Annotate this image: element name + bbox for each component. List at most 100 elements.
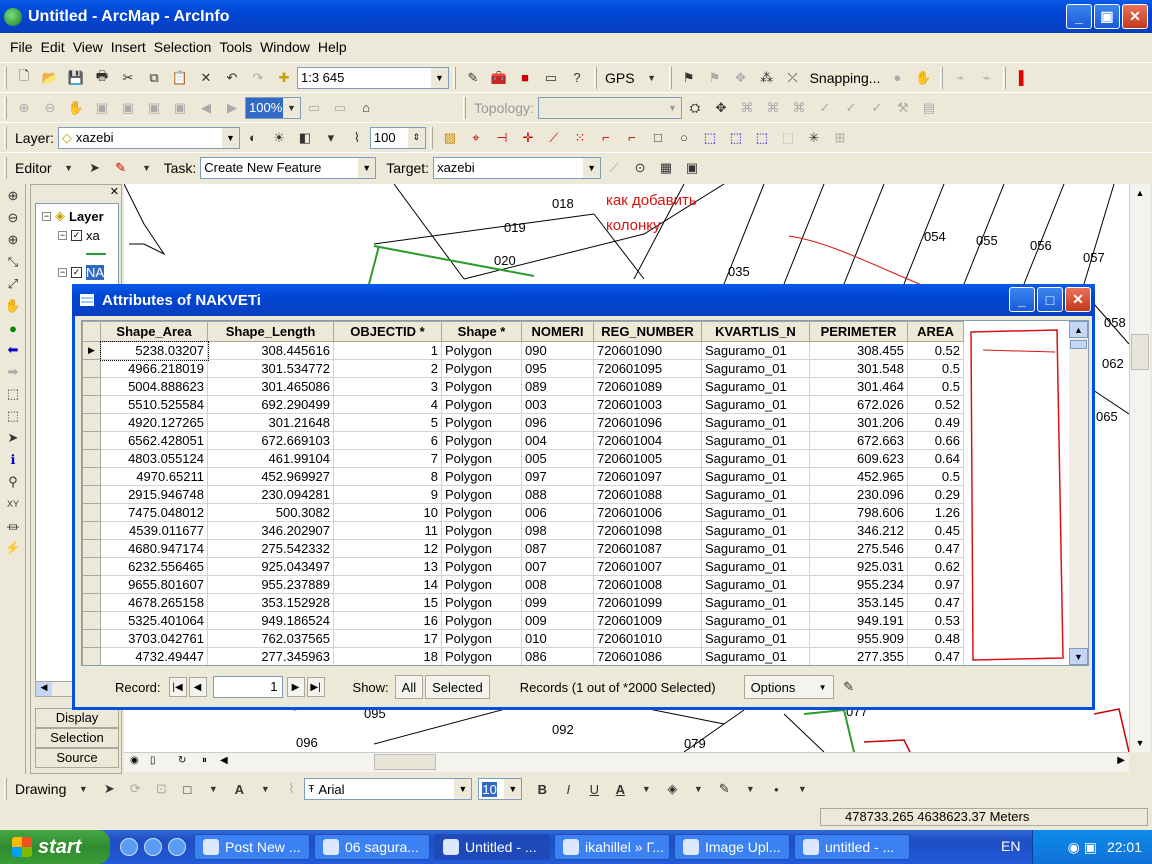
table-cell[interactable]: 0.97 <box>907 575 964 594</box>
menu-tools[interactable]: Tools <box>219 39 252 55</box>
forward-arrow-icon[interactable]: ➡ <box>3 362 23 382</box>
table-cell[interactable]: 0.5 <box>907 467 964 486</box>
menu-help[interactable]: Help <box>318 39 347 55</box>
table-cell[interactable]: 098 <box>521 521 594 540</box>
row-selector[interactable] <box>82 647 101 665</box>
pan-icon[interactable]: ✋ <box>3 296 23 316</box>
circle-icon[interactable]: ○ <box>674 128 694 148</box>
table-cell[interactable]: 798.606 <box>809 503 908 522</box>
column-header[interactable]: KVARTLIS_N <box>701 321 810 342</box>
flicker-icon[interactable]: ⌇ <box>347 128 367 148</box>
table-cell[interactable]: 925.043497 <box>207 557 334 576</box>
table-cell[interactable]: 6232.556465 <box>100 557 208 576</box>
table-cell[interactable]: Saguramo_01 <box>701 377 810 396</box>
table-cell[interactable]: 0.48 <box>907 629 964 648</box>
table-cell[interactable]: 275.542332 <box>207 539 334 558</box>
toc-layer-nakveti[interactable]: − ✓ NA <box>36 265 118 280</box>
open-folder-icon[interactable]: 📂 <box>40 68 60 88</box>
row-selector[interactable] <box>82 593 101 612</box>
data-view-icon[interactable]: ◉ <box>130 755 139 766</box>
new-document-icon[interactable]: 🗋 <box>14 68 34 88</box>
row-selector[interactable] <box>82 395 101 414</box>
chevron-down-icon[interactable]: ▼ <box>583 157 601 178</box>
column-header[interactable]: PERIMETER <box>809 321 908 342</box>
table-cell[interactable]: 720601088 <box>593 485 702 504</box>
table-cell[interactable]: 11 <box>333 521 442 540</box>
table-cell[interactable]: 949.191 <box>809 611 908 630</box>
table-cell[interactable]: 955.237889 <box>207 575 334 594</box>
outlook-icon[interactable] <box>168 838 186 856</box>
add-control-points-icon[interactable]: ⌖ <box>466 128 486 148</box>
row-selector[interactable] <box>82 575 101 594</box>
table-cell[interactable]: Saguramo_01 <box>701 467 810 486</box>
table-cell[interactable]: 089 <box>521 377 594 396</box>
table-cell[interactable]: 0.5 <box>907 377 964 396</box>
route2-icon[interactable]: ⌁ <box>976 68 996 88</box>
table-cell[interactable]: Saguramo_01 <box>701 647 810 665</box>
add-data-icon[interactable]: ✚ <box>274 68 294 88</box>
table-cell[interactable]: 005 <box>521 449 594 468</box>
table-cell[interactable]: 4920.127265 <box>100 413 208 432</box>
minimize-button[interactable]: _ <box>1066 4 1092 29</box>
delete-icon[interactable]: ✕ <box>196 68 216 88</box>
table-cell[interactable]: 0.62 <box>907 557 964 576</box>
row-selector[interactable] <box>82 449 101 468</box>
menu-insert[interactable]: Insert <box>111 39 146 55</box>
layer-visibility-checkbox[interactable]: ✓ <box>71 230 82 241</box>
cross-icon[interactable]: ✛ <box>518 128 538 148</box>
table-cell[interactable]: 301.548 <box>809 359 908 378</box>
scroll-left-icon[interactable]: ◀ <box>36 682 52 696</box>
measure-icon[interactable]: ⏛ <box>3 516 23 536</box>
rectangle-icon[interactable]: □ <box>177 779 197 799</box>
ie-icon[interactable] <box>120 838 138 856</box>
table-cell[interactable]: 4539.011677 <box>100 521 208 540</box>
table-cell[interactable]: 6562.428051 <box>100 431 208 450</box>
scale-combo[interactable]: 1:3 645 ▼ <box>297 66 449 89</box>
table-cell[interactable]: Polygon <box>441 521 522 540</box>
snapping-menu[interactable]: Snapping... <box>810 70 881 86</box>
table-cell[interactable]: 301.465086 <box>207 377 334 396</box>
print-icon[interactable]: 🖶 <box>92 68 112 88</box>
fixed-zoom-in-icon[interactable]: ▣ <box>144 98 164 118</box>
table-cell[interactable]: 004 <box>521 431 594 450</box>
task-combo[interactable]: Create New Feature ▼ <box>200 156 377 179</box>
menu-view[interactable]: View <box>73 39 103 55</box>
table-cell[interactable]: 0.5 <box>907 359 964 378</box>
clear-selection-icon[interactable]: ⬚ <box>3 406 23 426</box>
chevron-down-icon[interactable]: ▼ <box>137 158 157 178</box>
table-cell[interactable]: 5238.03207 <box>99 340 209 361</box>
table-cell[interactable]: 9655.801607 <box>100 575 208 594</box>
table-cell[interactable]: 230.094281 <box>207 485 334 504</box>
whats-this-icon[interactable]: ? <box>567 68 587 88</box>
layout-view-icon[interactable]: ▯ <box>150 755 156 766</box>
column-header[interactable]: Shape_Length <box>207 321 334 342</box>
table-cell[interactable]: 9 <box>333 485 442 504</box>
tab-display[interactable]: Display <box>35 708 119 728</box>
table-cell[interactable]: 720601005 <box>593 449 702 468</box>
table-row[interactable]: 9655.801607 955.237889 14 Polygon 008 7206010… <box>82 575 964 594</box>
scroll-thumb[interactable] <box>374 754 436 770</box>
select-box2-icon[interactable]: ⬚ <box>752 128 772 148</box>
table-cell[interactable]: 692.290499 <box>207 395 334 414</box>
table-cell[interactable]: 6 <box>333 431 442 450</box>
table-cell[interactable]: 0.52 <box>907 341 964 360</box>
control-points-icon[interactable]: ⊣ <box>492 128 512 148</box>
fixed-zoom-in-icon[interactable]: ⤡ <box>3 252 23 272</box>
table-cell[interactable]: 720601008 <box>593 575 702 594</box>
table-cell[interactable]: 461.99104 <box>207 449 334 468</box>
record-number-input[interactable]: 1 <box>212 676 283 698</box>
table-cell[interactable]: Saguramo_01 <box>701 413 810 432</box>
table-cell[interactable]: Polygon <box>441 395 522 414</box>
table-row[interactable]: 6562.428051 672.669103 6 Polygon 004 72060100… <box>82 431 964 450</box>
table-cell[interactable]: Polygon <box>441 539 522 558</box>
chevron-down-icon[interactable]: ▼ <box>283 97 300 118</box>
edit-tool-icon[interactable]: ➤ <box>85 158 105 178</box>
snap-tool-icon[interactable]: ● <box>887 68 907 88</box>
table-cell[interactable]: 007 <box>521 557 594 576</box>
task-button[interactable]: Untitled - ... <box>434 834 550 860</box>
row-selector[interactable] <box>82 503 101 522</box>
table-cell[interactable]: 955.909 <box>809 629 908 648</box>
table-cell[interactable]: Polygon <box>441 449 522 468</box>
scroll-right-icon[interactable]: ▶ <box>1117 755 1125 766</box>
table-cell[interactable]: 14 <box>333 575 442 594</box>
